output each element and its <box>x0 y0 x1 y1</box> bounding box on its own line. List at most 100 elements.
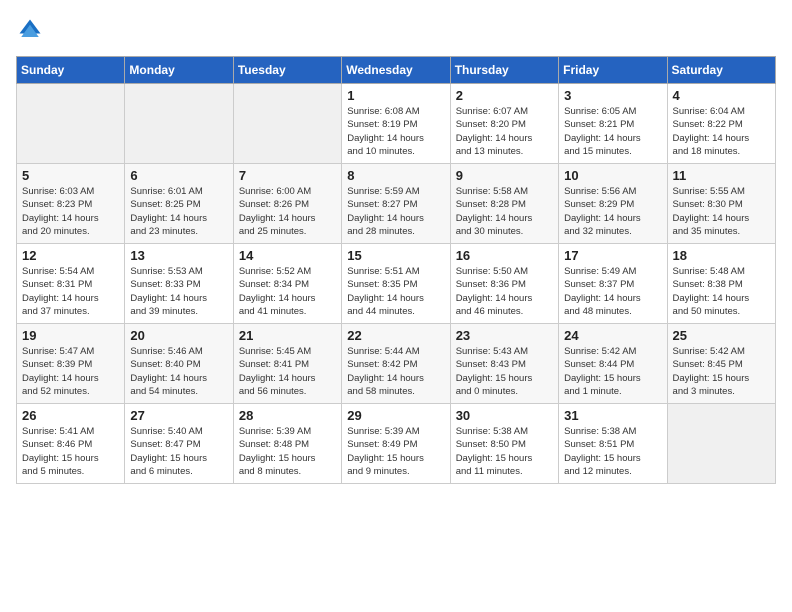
day-info: Sunrise: 5:45 AM Sunset: 8:41 PM Dayligh… <box>239 345 336 398</box>
day-number: 14 <box>239 248 336 263</box>
day-number: 19 <box>22 328 119 343</box>
day-number: 18 <box>673 248 770 263</box>
week-row-5: 26 Sunrise: 5:41 AM Sunset: 8:46 PM Dayli… <box>17 404 776 484</box>
day-number: 7 <box>239 168 336 183</box>
day-number: 5 <box>22 168 119 183</box>
day-info: Sunrise: 5:47 AM Sunset: 8:39 PM Dayligh… <box>22 345 119 398</box>
calendar-cell: 4Sunrise: 6:04 AM Sunset: 8:22 PM Daylig… <box>667 84 775 164</box>
day-number: 6 <box>130 168 227 183</box>
day-info: Sunrise: 5:56 AM Sunset: 8:29 PM Dayligh… <box>564 185 661 238</box>
day-info: Sunrise: 5:43 AM Sunset: 8:43 PM Dayligh… <box>456 345 553 398</box>
day-info: Sunrise: 6:01 AM Sunset: 8:25 PM Dayligh… <box>130 185 227 238</box>
day-info: Sunrise: 5:54 AM Sunset: 8:31 PM Dayligh… <box>22 265 119 318</box>
day-number: 13 <box>130 248 227 263</box>
day-info: Sunrise: 5:46 AM Sunset: 8:40 PM Dayligh… <box>130 345 227 398</box>
day-number: 1 <box>347 88 444 103</box>
calendar-cell: 7 Sunrise: 6:00 AM Sunset: 8:26 PM Daylig… <box>233 164 341 244</box>
day-info: Sunrise: 5:42 AM Sunset: 8:44 PM Dayligh… <box>564 345 661 398</box>
calendar-cell: 31 Sunrise: 5:38 AM Sunset: 8:51 PM Dayli… <box>559 404 667 484</box>
day-info: Sunrise: 5:40 AM Sunset: 8:47 PM Dayligh… <box>130 425 227 478</box>
day-info: Sunrise: 5:38 AM Sunset: 8:51 PM Dayligh… <box>564 425 661 478</box>
calendar-cell <box>667 404 775 484</box>
weekday-header-row: SundayMondayTuesdayWednesdayThursdayFrid… <box>17 57 776 84</box>
calendar-cell: 6 Sunrise: 6:01 AM Sunset: 8:25 PM Daylig… <box>125 164 233 244</box>
day-info: Sunrise: 5:44 AM Sunset: 8:42 PM Dayligh… <box>347 345 444 398</box>
day-number: 12 <box>22 248 119 263</box>
calendar-cell: 11Sunrise: 5:55 AM Sunset: 8:30 PM Dayli… <box>667 164 775 244</box>
day-number: 31 <box>564 408 661 423</box>
calendar-cell: 30Sunrise: 5:38 AM Sunset: 8:50 PM Dayli… <box>450 404 558 484</box>
calendar-cell: 23 Sunrise: 5:43 AM Sunset: 8:43 PM Dayli… <box>450 324 558 404</box>
day-number: 9 <box>456 168 553 183</box>
calendar-cell: 28 Sunrise: 5:39 AM Sunset: 8:48 PM Dayli… <box>233 404 341 484</box>
week-row-2: 5 Sunrise: 6:03 AM Sunset: 8:23 PM Daylig… <box>17 164 776 244</box>
day-info: Sunrise: 5:50 AM Sunset: 8:36 PM Dayligh… <box>456 265 553 318</box>
calendar-cell: 2 Sunrise: 6:07 AM Sunset: 8:20 PM Daylig… <box>450 84 558 164</box>
day-info: Sunrise: 5:55 AM Sunset: 8:30 PM Dayligh… <box>673 185 770 238</box>
day-number: 16 <box>456 248 553 263</box>
calendar-cell: 8 Sunrise: 5:59 AM Sunset: 8:27 PM Daylig… <box>342 164 450 244</box>
day-number: 15 <box>347 248 444 263</box>
calendar-cell: 19 Sunrise: 5:47 AM Sunset: 8:39 PM Dayli… <box>17 324 125 404</box>
day-number: 4 <box>673 88 770 103</box>
calendar-cell: 14 Sunrise: 5:52 AM Sunset: 8:34 PM Dayli… <box>233 244 341 324</box>
day-info: Sunrise: 5:39 AM Sunset: 8:48 PM Dayligh… <box>239 425 336 478</box>
week-row-1: 1Sunrise: 6:08 AM Sunset: 8:19 PM Daylig… <box>17 84 776 164</box>
day-number: 10 <box>564 168 661 183</box>
calendar-cell: 5 Sunrise: 6:03 AM Sunset: 8:23 PM Daylig… <box>17 164 125 244</box>
weekday-header-thursday: Thursday <box>450 57 558 84</box>
calendar-cell: 13 Sunrise: 5:53 AM Sunset: 8:33 PM Dayli… <box>125 244 233 324</box>
calendar-cell: 25 Sunrise: 5:42 AM Sunset: 8:45 PM Dayli… <box>667 324 775 404</box>
calendar-cell: 12 Sunrise: 5:54 AM Sunset: 8:31 PM Dayli… <box>17 244 125 324</box>
day-number: 3 <box>564 88 661 103</box>
day-info: Sunrise: 5:42 AM Sunset: 8:45 PM Dayligh… <box>673 345 770 398</box>
weekday-header-saturday: Saturday <box>667 57 775 84</box>
calendar-cell: 26 Sunrise: 5:41 AM Sunset: 8:46 PM Dayli… <box>17 404 125 484</box>
week-row-4: 19 Sunrise: 5:47 AM Sunset: 8:39 PM Dayli… <box>17 324 776 404</box>
day-info: Sunrise: 5:53 AM Sunset: 8:33 PM Dayligh… <box>130 265 227 318</box>
day-info: Sunrise: 5:41 AM Sunset: 8:46 PM Dayligh… <box>22 425 119 478</box>
day-number: 28 <box>239 408 336 423</box>
calendar-cell: 9 Sunrise: 5:58 AM Sunset: 8:28 PM Daylig… <box>450 164 558 244</box>
day-info: Sunrise: 6:07 AM Sunset: 8:20 PM Dayligh… <box>456 105 553 158</box>
calendar-cell: 10 Sunrise: 5:56 AM Sunset: 8:29 PM Dayli… <box>559 164 667 244</box>
day-number: 17 <box>564 248 661 263</box>
calendar-cell: 17Sunrise: 5:49 AM Sunset: 8:37 PM Dayli… <box>559 244 667 324</box>
day-info: Sunrise: 6:03 AM Sunset: 8:23 PM Dayligh… <box>22 185 119 238</box>
day-number: 24 <box>564 328 661 343</box>
calendar-cell: 1Sunrise: 6:08 AM Sunset: 8:19 PM Daylig… <box>342 84 450 164</box>
week-row-3: 12 Sunrise: 5:54 AM Sunset: 8:31 PM Dayli… <box>17 244 776 324</box>
day-info: Sunrise: 5:48 AM Sunset: 8:38 PM Dayligh… <box>673 265 770 318</box>
day-number: 20 <box>130 328 227 343</box>
calendar-cell: 18 Sunrise: 5:48 AM Sunset: 8:38 PM Dayli… <box>667 244 775 324</box>
calendar-cell: 16 Sunrise: 5:50 AM Sunset: 8:36 PM Dayli… <box>450 244 558 324</box>
calendar-cell: 3Sunrise: 6:05 AM Sunset: 8:21 PM Daylig… <box>559 84 667 164</box>
day-number: 21 <box>239 328 336 343</box>
day-info: Sunrise: 5:59 AM Sunset: 8:27 PM Dayligh… <box>347 185 444 238</box>
day-number: 23 <box>456 328 553 343</box>
calendar-cell: 27 Sunrise: 5:40 AM Sunset: 8:47 PM Dayli… <box>125 404 233 484</box>
day-info: Sunrise: 5:52 AM Sunset: 8:34 PM Dayligh… <box>239 265 336 318</box>
logo <box>16 16 48 44</box>
day-info: Sunrise: 6:00 AM Sunset: 8:26 PM Dayligh… <box>239 185 336 238</box>
day-number: 25 <box>673 328 770 343</box>
day-number: 22 <box>347 328 444 343</box>
day-number: 8 <box>347 168 444 183</box>
day-number: 2 <box>456 88 553 103</box>
day-number: 29 <box>347 408 444 423</box>
calendar-cell: 29 Sunrise: 5:39 AM Sunset: 8:49 PM Dayli… <box>342 404 450 484</box>
day-info: Sunrise: 5:51 AM Sunset: 8:35 PM Dayligh… <box>347 265 444 318</box>
logo-icon <box>16 16 44 44</box>
page-header <box>16 16 776 44</box>
calendar-cell: 24 Sunrise: 5:42 AM Sunset: 8:44 PM Dayli… <box>559 324 667 404</box>
calendar-body: 1Sunrise: 6:08 AM Sunset: 8:19 PM Daylig… <box>17 84 776 484</box>
day-number: 30 <box>456 408 553 423</box>
day-info: Sunrise: 5:39 AM Sunset: 8:49 PM Dayligh… <box>347 425 444 478</box>
day-info: Sunrise: 5:58 AM Sunset: 8:28 PM Dayligh… <box>456 185 553 238</box>
day-number: 27 <box>130 408 227 423</box>
calendar-cell: 21 Sunrise: 5:45 AM Sunset: 8:41 PM Dayli… <box>233 324 341 404</box>
weekday-header-sunday: Sunday <box>17 57 125 84</box>
calendar-table: SundayMondayTuesdayWednesdayThursdayFrid… <box>16 56 776 484</box>
day-number: 26 <box>22 408 119 423</box>
calendar-cell <box>125 84 233 164</box>
